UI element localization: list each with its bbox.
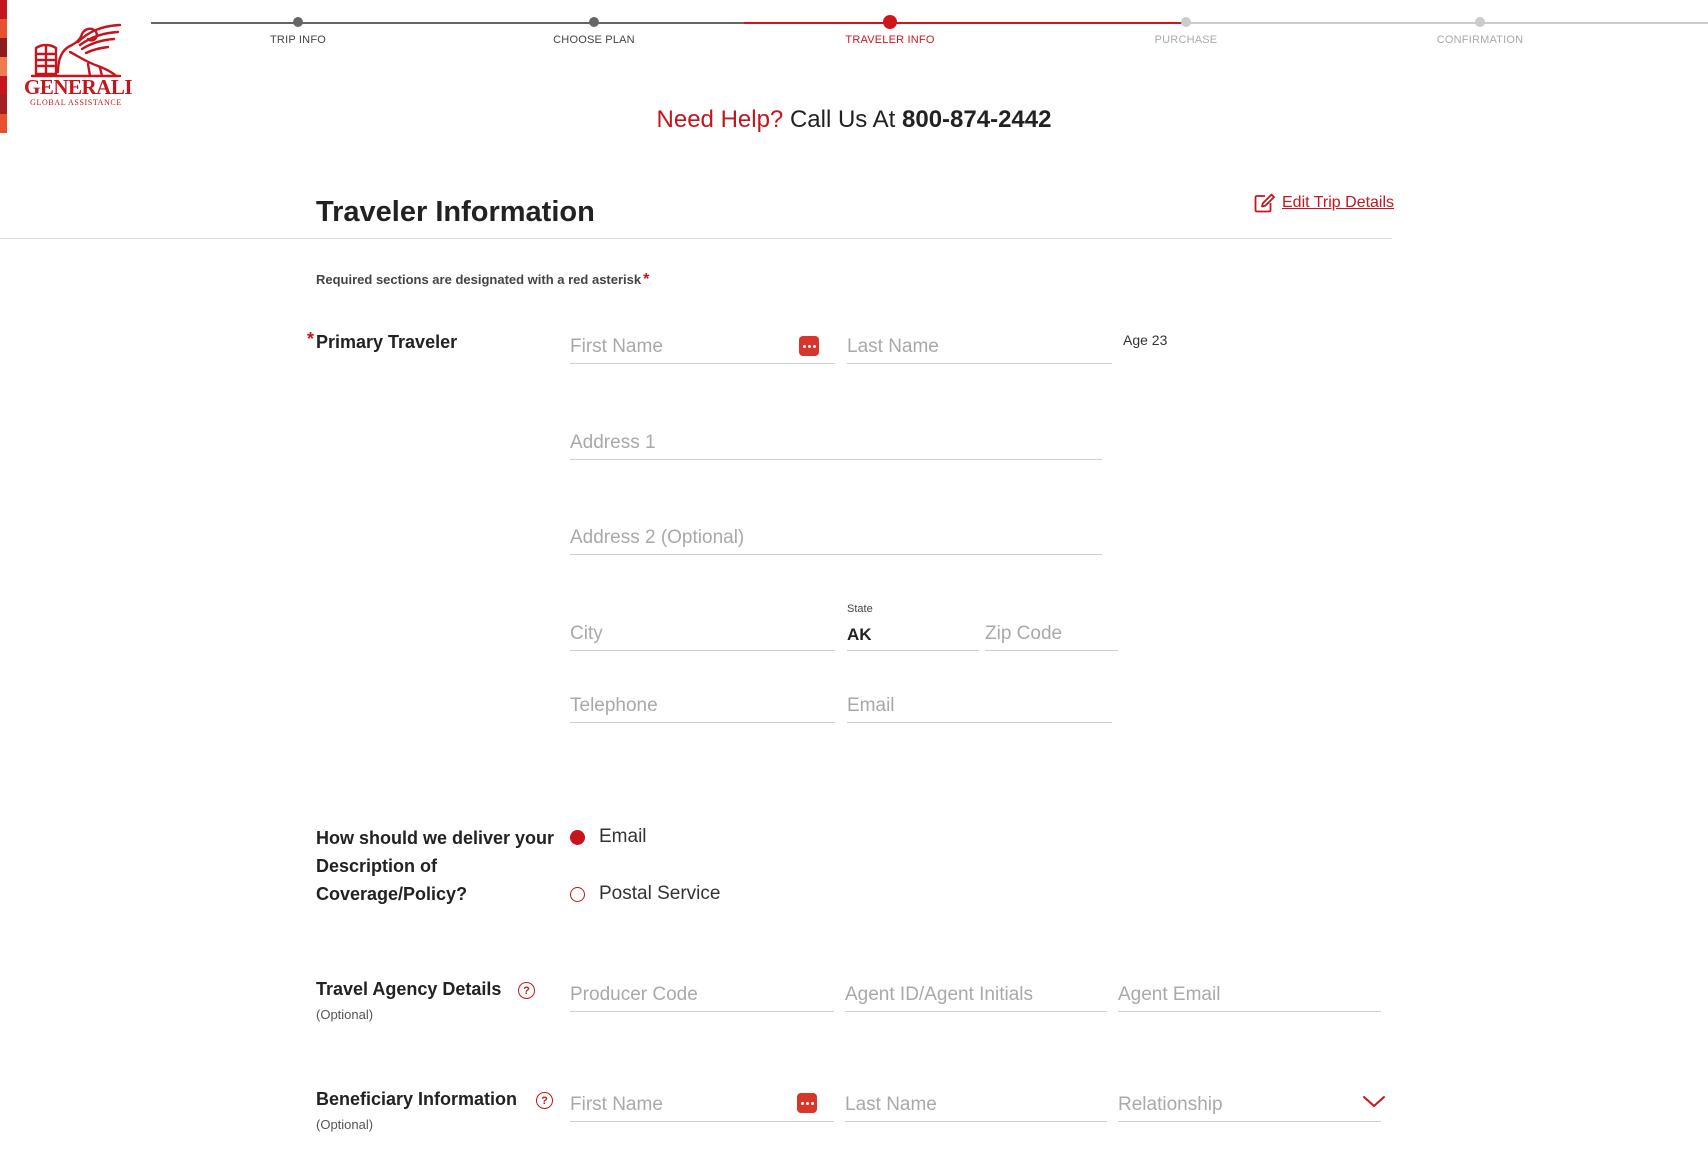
- delivery-label-line: How should we deliver your: [316, 828, 555, 848]
- agent-email-input[interactable]: [1118, 978, 1381, 1011]
- optional-label: (Optional): [316, 1007, 374, 1022]
- city-input[interactable]: [570, 617, 835, 650]
- primary-first-name-input[interactable]: [570, 330, 835, 363]
- city-field[interactable]: [570, 617, 835, 651]
- question-circle-icon[interactable]: ?: [536, 1092, 553, 1109]
- step-dot: [293, 17, 303, 27]
- required-asterisk: *: [643, 271, 650, 288]
- beneficiary-label: Beneficiary Information: [316, 1089, 518, 1109]
- required-asterisk: *: [307, 329, 315, 349]
- telephone-field[interactable]: [570, 689, 835, 723]
- zip-code-input[interactable]: [985, 617, 1118, 650]
- radio-unselected-icon: [570, 886, 585, 902]
- page-title: Traveler Information: [316, 196, 595, 228]
- radio-label: Email: [599, 826, 647, 847]
- step-dot: [1181, 17, 1191, 27]
- lion-emblem-icon: [30, 23, 122, 78]
- beneficiary-first-name-input[interactable]: [570, 1088, 834, 1121]
- help-phone-number[interactable]: 800-874-2442: [902, 106, 1051, 133]
- relationship-input[interactable]: [1118, 1088, 1381, 1121]
- radio-selected-icon: [570, 829, 585, 845]
- help-question: Need Help?: [656, 106, 784, 133]
- progress-tracker: TRIP INFO CHOOSE PLAN TRAVELER INFO PURC…: [151, 14, 1708, 54]
- more-options-icon[interactable]: [799, 336, 819, 356]
- beneficiary-last-name-input[interactable]: [845, 1088, 1107, 1121]
- delivery-option-postal[interactable]: Postal Service: [570, 883, 720, 905]
- state-label: State: [847, 603, 873, 615]
- address1-input[interactable]: [570, 426, 1102, 459]
- step-label: PURCHASE: [1154, 34, 1218, 46]
- step-choose-plan[interactable]: CHOOSE PLAN: [494, 14, 694, 46]
- optional-label: (Optional): [316, 1117, 374, 1132]
- step-purchase: PURCHASE: [1086, 14, 1286, 46]
- agent-id-field[interactable]: [845, 978, 1107, 1012]
- delivery-question-label: How should we deliver your Description o…: [316, 824, 554, 908]
- step-label: CHOOSE PLAN: [553, 34, 635, 46]
- step-label: TRIP INFO: [270, 34, 326, 46]
- primary-last-name-input[interactable]: [847, 330, 1112, 363]
- step-confirmation: CONFIRMATION: [1380, 14, 1580, 46]
- delivery-label-line: Description of: [316, 856, 438, 876]
- radio-label: Postal Service: [599, 883, 721, 904]
- primary-first-name-field[interactable]: [570, 330, 835, 364]
- question-circle-icon[interactable]: ?: [518, 982, 535, 999]
- strip-block: [0, 19, 7, 38]
- step-trip-info[interactable]: TRIP INFO: [198, 14, 398, 46]
- step-dot-active: [883, 15, 897, 29]
- address1-field[interactable]: [570, 426, 1102, 460]
- agent-id-input[interactable]: [845, 978, 1107, 1011]
- producer-code-field[interactable]: [570, 978, 834, 1012]
- chevron-down-icon[interactable]: [1362, 1095, 1386, 1109]
- state-value: AK: [847, 625, 872, 644]
- telephone-input[interactable]: [570, 689, 835, 722]
- edit-trip-details-link[interactable]: Edit Trip Details: [1254, 193, 1394, 213]
- beneficiary-first-name-field[interactable]: [570, 1088, 834, 1122]
- email-field[interactable]: [847, 689, 1112, 723]
- step-dot: [1475, 17, 1485, 27]
- travel-agency-label: Travel Agency Details: [316, 979, 502, 999]
- primary-last-name-field[interactable]: [847, 330, 1112, 364]
- strip-block: [0, 76, 7, 95]
- agent-email-field[interactable]: [1118, 978, 1381, 1012]
- step-traveler-info: TRAVELER INFO: [790, 14, 990, 46]
- edit-icon: [1254, 193, 1275, 213]
- more-options-icon[interactable]: [797, 1093, 817, 1113]
- delivery-option-email[interactable]: Email: [570, 826, 647, 848]
- producer-code-input[interactable]: [570, 978, 834, 1011]
- edit-trip-details-label: Edit Trip Details: [1282, 194, 1395, 211]
- help-line: Need Help? Call Us At 800-874-2442: [0, 106, 1708, 134]
- required-note-text: Required sections are designated with a …: [316, 272, 642, 287]
- zip-code-field[interactable]: [985, 617, 1118, 651]
- strip-block: [0, 0, 7, 19]
- help-text: Call Us At: [789, 106, 896, 133]
- required-note: Required sections are designated with a …: [316, 271, 649, 289]
- step-dot: [589, 17, 599, 27]
- step-label: TRAVELER INFO: [845, 34, 935, 46]
- relationship-select[interactable]: [1118, 1088, 1381, 1122]
- traveler-age: Age 23: [1123, 332, 1168, 348]
- primary-traveler-title: Primary Traveler: [316, 332, 458, 352]
- header-divider: [0, 238, 1392, 239]
- email-input[interactable]: [847, 689, 1112, 722]
- strip-block: [0, 57, 7, 76]
- brand-name: GENERALI: [24, 75, 133, 99]
- delivery-label-line: Coverage/Policy?: [316, 884, 468, 904]
- step-label: CONFIRMATION: [1436, 34, 1524, 46]
- generali-logo[interactable]: GENERALI GLOBAL ASSISTANCE: [24, 22, 133, 108]
- primary-traveler-label: * Primary Traveler: [307, 328, 458, 356]
- address2-input[interactable]: [570, 521, 1102, 554]
- strip-block: [0, 38, 7, 57]
- address2-field[interactable]: [570, 521, 1102, 555]
- beneficiary-last-name-field[interactable]: [845, 1088, 1107, 1122]
